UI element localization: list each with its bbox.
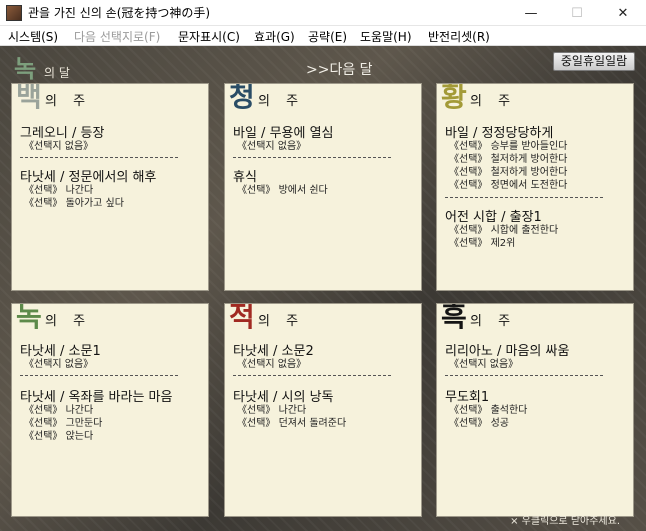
separator	[20, 157, 178, 158]
panel-heading: 의 주	[470, 94, 517, 109]
event-title: 타낫세 / 옥좌를 바라는 마음	[20, 390, 173, 405]
choice: 《선택》 던져서 돌려준다	[237, 418, 347, 429]
event-title: 타낫세 / 정문에서의 해후	[20, 170, 157, 185]
choice: 《선택지 없음》	[449, 359, 519, 370]
panel-heading: 의 주	[258, 94, 305, 109]
panel-heading: 의 주	[45, 94, 92, 109]
week-panel-black: 흑 의 주 리리아노 / 마음의 싸움 《선택지 없음》 무도회1 《선택》 출…	[436, 303, 634, 517]
event-title: 그레오니 / 등장	[20, 126, 105, 141]
panel-char: 백	[16, 83, 42, 113]
separator	[233, 375, 391, 376]
maximize-button[interactable]: ☐	[554, 0, 600, 26]
event-title: 리리아노 / 마음의 싸움	[445, 344, 570, 359]
choice: 《선택》 나간다	[24, 405, 94, 416]
event-title: 타낫세 / 시의 낭독	[233, 390, 334, 405]
window-title: 관을 가진 신의 손(冠を持つ神の手)	[28, 6, 211, 20]
panel-char: 녹	[16, 303, 42, 333]
event-title: 무도회1	[445, 390, 490, 405]
close-icon: ✕	[617, 5, 629, 21]
week-panel-yellow: 황 의 주 바일 / 정정당당하게 《선택》 승부를 받아들인다 《선택》 철저…	[436, 83, 634, 291]
panel-char: 청	[229, 83, 255, 113]
choice: 《선택》 나간다	[237, 405, 307, 416]
event-title: 타낫세 / 소문2	[233, 344, 314, 359]
panel-char: 적	[229, 303, 255, 333]
menu-system[interactable]: 시스템(S)	[8, 28, 58, 45]
separator	[445, 375, 603, 376]
event-title: 바일 / 정정당당하게	[445, 126, 554, 141]
month-char: 녹	[14, 55, 37, 83]
separator	[445, 197, 603, 198]
panel-heading: 의 주	[258, 314, 305, 329]
holiday-list-button[interactable]: 중일휴일일람	[553, 52, 635, 71]
menu-effects[interactable]: 효과(G)	[254, 28, 295, 45]
choice: 《선택지 없음》	[24, 359, 94, 370]
choice: 《선택》 성공	[449, 418, 509, 429]
week-panel-red: 적 의 주 타낫세 / 소문2 《선택지 없음》 타낫세 / 시의 낭독 《선택…	[224, 303, 422, 517]
event-title: 바일 / 무용에 열심	[233, 126, 334, 141]
title-bar: 관을 가진 신의 손(冠を持つ神の手) — ☐ ✕	[0, 0, 646, 26]
choice: 《선택》 승부를 받아들인다	[449, 141, 568, 152]
menu-bar: 시스템(S) 다음 선택지로(F) 문자표시(C) 효과(G) 공략(E) 도움…	[0, 26, 646, 46]
close-button[interactable]: ✕	[600, 0, 646, 26]
app-icon	[6, 5, 22, 21]
event-title: 어전 시합 / 출장1	[445, 210, 542, 225]
week-panel-green: 녹 의 주 타낫세 / 소문1 《선택지 없음》 타낫세 / 옥좌를 바라는 마…	[11, 303, 209, 517]
minimize-icon: —	[524, 5, 538, 21]
menu-text-display[interactable]: 문자표시(C)	[178, 28, 240, 45]
choice: 《선택》 돌아가고 싶다	[24, 198, 124, 209]
next-month-link[interactable]: >>다음 달	[306, 59, 373, 79]
event-title: 휴식	[233, 170, 257, 185]
choice: 《선택》 시합에 출전한다	[449, 225, 559, 236]
choice: 《선택》 나간다	[24, 185, 94, 196]
choice: 《선택》 철저하게 방어한다	[449, 167, 568, 178]
status-hint: × 우클릭으로 닫아주세요.	[510, 516, 620, 527]
choice: 《선택지 없음》	[24, 141, 94, 152]
week-panel-white: 백 의 주 그레오니 / 등장 《선택지 없음》 타낫세 / 정문에서의 해후 …	[11, 83, 209, 291]
panel-heading: 의 주	[470, 314, 517, 329]
choice: 《선택》 앉는다	[24, 431, 94, 442]
menu-walkthrough[interactable]: 공략(E)	[308, 28, 347, 45]
menu-help[interactable]: 도움말(H)	[360, 28, 412, 45]
choice: 《선택》 출석한다	[449, 405, 528, 416]
separator	[233, 157, 391, 158]
minimize-button[interactable]: —	[508, 0, 554, 26]
menu-reverse-reset[interactable]: 반전리셋(R)	[428, 28, 490, 45]
choice: 《선택》 철저하게 방어한다	[449, 154, 568, 165]
separator	[20, 375, 178, 376]
panel-char: 황	[441, 83, 467, 113]
menu-next-choice[interactable]: 다음 선택지로(F)	[74, 28, 160, 45]
choice: 《선택지 없음》	[237, 359, 307, 370]
choice: 《선택》 그만둔다	[24, 418, 103, 429]
week-panel-blue: 청 의 주 바일 / 무용에 열심 《선택지 없음》 휴식 《선택》 방에서 쉰…	[224, 83, 422, 291]
choice: 《선택》 제2위	[449, 238, 516, 249]
choice: 《선택지 없음》	[237, 141, 307, 152]
choice: 《선택》 방에서 쉰다	[237, 185, 328, 196]
month-suffix: 의 달	[44, 66, 70, 80]
event-title: 타낫세 / 소문1	[20, 344, 101, 359]
panel-heading: 의 주	[45, 314, 92, 329]
maximize-icon: ☐	[571, 5, 583, 21]
panel-char: 흑	[441, 303, 467, 333]
choice: 《선택》 정면에서 도전한다	[449, 180, 568, 191]
calendar-stage[interactable]: 녹 의 달 >>다음 달 중일휴일일람 백 의 주 그레오니 / 등장 《선택지…	[0, 46, 646, 531]
